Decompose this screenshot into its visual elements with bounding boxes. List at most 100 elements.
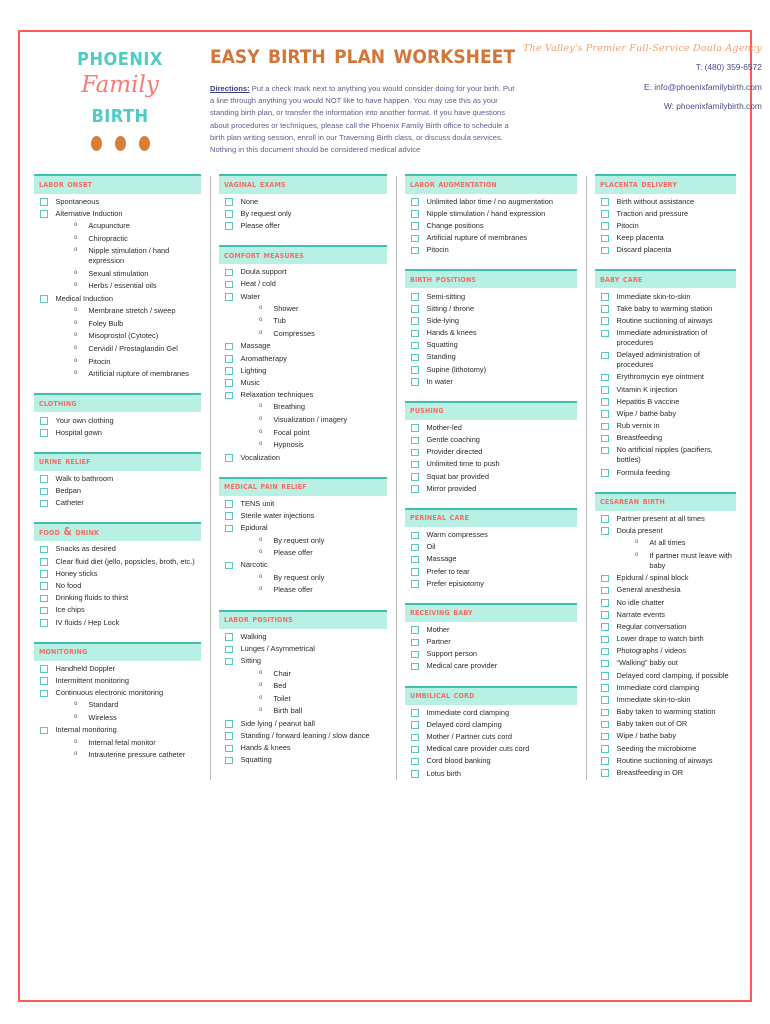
- checklist-subitem[interactable]: o Membrane stretch / sweep: [34, 305, 201, 318]
- checkbox-icon[interactable]: [601, 398, 609, 406]
- checklist-item[interactable]: Sitting: [219, 655, 387, 667]
- checkbox-icon[interactable]: [601, 720, 609, 729]
- checklist-item[interactable]: Supine (lithotomy): [405, 363, 577, 375]
- checkbox-icon[interactable]: [411, 234, 419, 243]
- checkbox-icon[interactable]: [601, 222, 609, 230]
- checkbox-icon[interactable]: [225, 720, 233, 728]
- checklist-item[interactable]: Hands & knees: [405, 327, 577, 339]
- checkbox-icon[interactable]: [601, 684, 609, 692]
- checklist-subitem[interactable]: o By request only: [219, 534, 387, 547]
- checklist-item[interactable]: Birth without assistance: [595, 196, 736, 208]
- checklist-item[interactable]: Wipe / bathe baby: [595, 730, 736, 742]
- checklist-item[interactable]: Side lying / peanut ball: [219, 718, 387, 730]
- checkbox-icon[interactable]: [601, 422, 609, 431]
- checklist-subitem[interactable]: o Chiropractic: [34, 232, 201, 245]
- checkbox-icon[interactable]: [601, 351, 609, 360]
- checklist-item[interactable]: Alternative Induction: [34, 208, 201, 220]
- checkbox-icon[interactable]: [601, 410, 609, 418]
- checkbox-icon[interactable]: [40, 689, 48, 698]
- checkbox-icon[interactable]: [601, 757, 609, 765]
- checklist-item[interactable]: Drinking fluids to thirst: [34, 592, 201, 604]
- checklist-item[interactable]: Seeding the microbiome: [595, 743, 736, 755]
- checkbox-icon[interactable]: [225, 500, 233, 508]
- checkbox-icon[interactable]: [225, 732, 233, 740]
- checklist-item[interactable]: Clear fluid diet (jello, popsicles, brot…: [34, 556, 201, 568]
- checkbox-icon[interactable]: [40, 499, 48, 508]
- checklist-item[interactable]: Sitting / throne: [405, 303, 577, 315]
- checkbox-icon[interactable]: [411, 580, 419, 588]
- checkbox-icon[interactable]: [601, 635, 609, 644]
- checklist-item[interactable]: Ice chips: [34, 604, 201, 616]
- checklist-item[interactable]: Massage: [405, 553, 577, 565]
- checklist-item[interactable]: Partner: [405, 636, 577, 648]
- checklist-subitem[interactable]: o Birth ball: [219, 705, 387, 718]
- checkbox-icon[interactable]: [225, 524, 233, 533]
- checklist-item[interactable]: Cord blood banking: [405, 755, 577, 767]
- checkbox-icon[interactable]: [40, 417, 48, 425]
- checkbox-icon[interactable]: [225, 268, 233, 277]
- checklist-item[interactable]: Epidural / spinal block: [595, 572, 736, 584]
- checkbox-icon[interactable]: [411, 745, 419, 754]
- checklist-item[interactable]: Heat / cold: [219, 278, 387, 290]
- checklist-subitem[interactable]: o Breathing: [219, 401, 387, 414]
- checklist-item[interactable]: Standing: [405, 351, 577, 363]
- checklist-item[interactable]: Intermittent monitoring: [34, 675, 201, 687]
- checkbox-icon[interactable]: [601, 329, 609, 338]
- checkbox-icon[interactable]: [411, 222, 419, 230]
- checkbox-icon[interactable]: [40, 545, 48, 554]
- checkbox-icon[interactable]: [40, 210, 48, 218]
- checklist-item[interactable]: Support person: [405, 648, 577, 660]
- checkbox-icon[interactable]: [40, 570, 48, 578]
- checkbox-icon[interactable]: [40, 475, 48, 483]
- checkbox-icon[interactable]: [40, 558, 48, 566]
- checkbox-icon[interactable]: [601, 317, 609, 325]
- checklist-subitem[interactable]: o Standard: [34, 699, 201, 712]
- checklist-item[interactable]: Take baby to warming station: [595, 303, 736, 315]
- checklist-item[interactable]: Prefer to tear: [405, 565, 577, 577]
- checklist-subitem[interactable]: o Visualization / imagery: [219, 414, 387, 427]
- checklist-subitem[interactable]: o Intrauterine pressure catheter: [34, 749, 201, 762]
- checklist-subitem[interactable]: o Shower: [219, 303, 387, 316]
- checkbox-icon[interactable]: [40, 606, 48, 615]
- checklist-subitem[interactable]: o Compresses: [219, 328, 387, 341]
- checklist-item[interactable]: Pitocin: [405, 244, 577, 256]
- checklist-item[interactable]: Regular conversation: [595, 621, 736, 633]
- checkbox-icon[interactable]: [225, 379, 233, 387]
- checklist-item[interactable]: Mother: [405, 624, 577, 636]
- checkbox-icon[interactable]: [411, 733, 419, 741]
- checklist-subitem[interactable]: o Focal point: [219, 426, 387, 439]
- checkbox-icon[interactable]: [225, 756, 233, 765]
- checklist-item[interactable]: Warm compresses: [405, 529, 577, 541]
- checklist-item[interactable]: Baby taken out of OR: [595, 718, 736, 730]
- checklist-item[interactable]: Baby taken to warming station: [595, 706, 736, 718]
- checkbox-icon[interactable]: [601, 373, 609, 382]
- checklist-item[interactable]: Hospital gown: [34, 427, 201, 439]
- checkbox-icon[interactable]: [601, 769, 609, 777]
- checklist-item[interactable]: Discard placenta: [595, 244, 736, 256]
- checklist-item[interactable]: Change positions: [405, 220, 577, 232]
- checkbox-icon[interactable]: [225, 222, 233, 230]
- checkbox-icon[interactable]: [601, 293, 609, 301]
- checklist-subitem[interactable]: o Acupuncture: [34, 220, 201, 233]
- checklist-item[interactable]: Prefer episiotomy: [405, 578, 577, 590]
- checkbox-icon[interactable]: [601, 672, 609, 680]
- checklist-item[interactable]: Spontaneous: [34, 196, 201, 208]
- checkbox-icon[interactable]: [411, 721, 419, 729]
- checkbox-icon[interactable]: [225, 744, 233, 753]
- checklist-item[interactable]: Please offer: [219, 220, 387, 232]
- checkbox-icon[interactable]: [411, 638, 419, 647]
- checkbox-icon[interactable]: [601, 305, 609, 313]
- checklist-item[interactable]: No idle chatter: [595, 596, 736, 608]
- checklist-subitem[interactable]: o Nipple stimulation / hand expression: [34, 245, 201, 268]
- checklist-item[interactable]: Keep placenta: [595, 232, 736, 244]
- checklist-item[interactable]: Your own clothing: [34, 414, 201, 426]
- checklist-item[interactable]: Massage: [219, 340, 387, 352]
- checkbox-icon[interactable]: [411, 650, 419, 659]
- checklist-item[interactable]: Photographs / videos: [595, 645, 736, 657]
- checklist-item[interactable]: Unlimited labor time / no augmentation: [405, 196, 577, 208]
- checklist-item[interactable]: Delayed cord clamping: [405, 719, 577, 731]
- checkbox-icon[interactable]: [40, 619, 48, 627]
- checkbox-icon[interactable]: [225, 657, 233, 666]
- checkbox-icon[interactable]: [411, 626, 419, 634]
- checkbox-icon[interactable]: [601, 469, 609, 477]
